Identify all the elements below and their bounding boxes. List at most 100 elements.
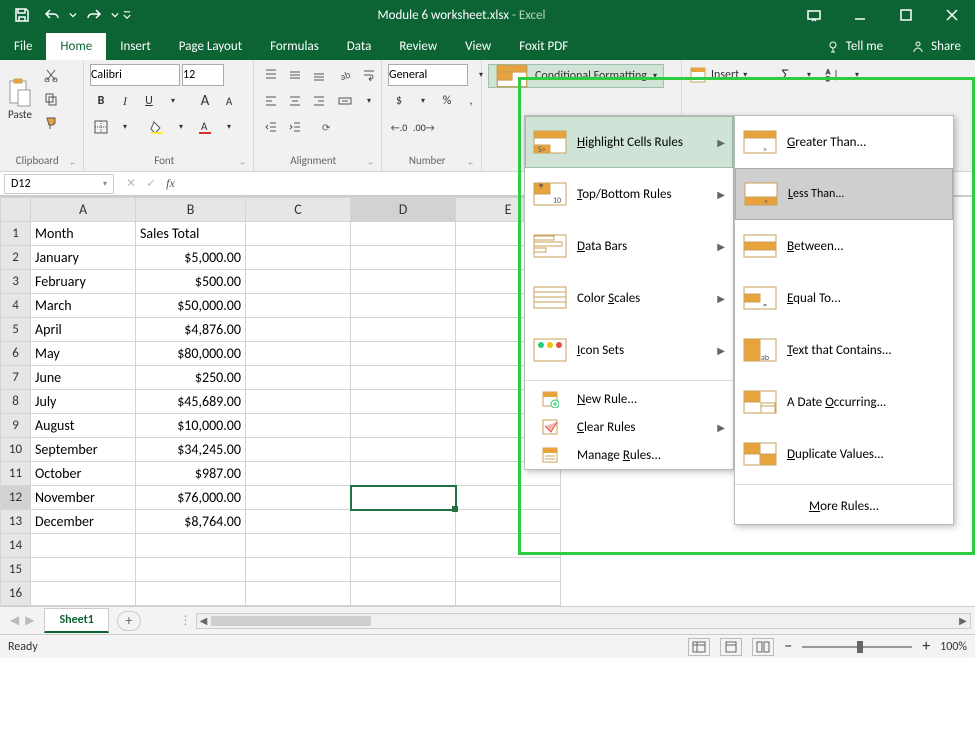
zoom-slider[interactable] xyxy=(802,646,912,648)
copy-button[interactable] xyxy=(40,88,62,110)
sort-filter-button[interactable]: AZ xyxy=(822,64,844,86)
borders-button[interactable] xyxy=(90,116,112,138)
increase-decimal-button[interactable]: ←.0 xyxy=(388,116,410,138)
cell-B6[interactable]: $80,000.00 xyxy=(136,342,246,366)
tab-review[interactable]: Review xyxy=(385,33,451,60)
page-layout-view-button[interactable] xyxy=(720,638,742,656)
cell-A1[interactable]: Month xyxy=(31,222,136,246)
menu-highlight-cells-rules[interactable]: S> HHighlight Cells Rulesighlight Cells … xyxy=(525,116,733,168)
cell-A5[interactable]: April xyxy=(31,318,136,342)
menu-new-rule[interactable]: New Rule... xyxy=(525,385,733,413)
decrease-decimal-button[interactable]: .00→ xyxy=(412,116,436,138)
tab-home[interactable]: Home xyxy=(46,33,106,60)
merge-center-button[interactable] xyxy=(334,90,356,112)
number-launcher[interactable]: ⌐ xyxy=(467,158,475,169)
sort-filter-dropdown[interactable]: ▾ xyxy=(846,64,868,86)
font-size-select[interactable] xyxy=(182,64,224,86)
page-break-view-button[interactable] xyxy=(752,638,774,656)
wrap-text-button[interactable] xyxy=(358,64,380,86)
menu-equal-to[interactable]: = Equal To... xyxy=(735,272,953,324)
cell-A12[interactable]: November xyxy=(31,486,136,510)
cell-A7[interactable]: June xyxy=(31,366,136,390)
menu-date-occurring[interactable]: A Date Occurring... xyxy=(735,376,953,428)
bold-button[interactable]: B xyxy=(90,90,112,112)
clipboard-launcher[interactable]: ⌐ xyxy=(69,158,77,169)
save-button[interactable] xyxy=(8,1,36,29)
cell-B9[interactable]: $10,000.00 xyxy=(136,414,246,438)
cell-B8[interactable]: $45,689.00 xyxy=(136,390,246,414)
enter-formula-icon[interactable]: ✓ xyxy=(146,176,156,191)
row-header-8[interactable]: 8 xyxy=(1,390,31,414)
col-header-B[interactable]: B xyxy=(136,198,246,222)
cell-B3[interactable]: $500.00 xyxy=(136,270,246,294)
cell-A4[interactable]: March xyxy=(31,294,136,318)
row-header-16[interactable]: 16 xyxy=(1,582,31,606)
row-header-14[interactable]: 14 xyxy=(1,534,31,558)
scroll-right-button[interactable]: ▶ xyxy=(956,614,970,628)
undo-dropdown[interactable] xyxy=(68,1,78,29)
ribbon-options-button[interactable] xyxy=(791,0,837,30)
menu-greater-than[interactable]: > Greater Than... xyxy=(735,116,953,168)
cell-B13[interactable]: $8,764.00 xyxy=(136,510,246,534)
col-header-D[interactable]: D xyxy=(351,198,456,222)
decrease-indent-button[interactable] xyxy=(260,116,282,138)
menu-top-bottom-rules[interactable]: 10 Top/Bottom Rules ▶ xyxy=(525,168,733,220)
menu-more-rules[interactable]: More Rules... xyxy=(735,489,953,524)
row-header-1[interactable]: 1 xyxy=(1,222,31,246)
fill-color-button[interactable] xyxy=(146,116,168,138)
font-launcher[interactable]: ⌐ xyxy=(239,158,247,169)
cancel-formula-icon[interactable]: ✕ xyxy=(126,176,136,191)
horizontal-scrollbar[interactable]: ◀ ▶ xyxy=(196,613,972,629)
currency-button[interactable]: $ xyxy=(388,90,410,112)
underline-dropdown[interactable]: ▾ xyxy=(162,90,184,112)
close-button[interactable] xyxy=(929,0,975,30)
conditional-formatting-button[interactable]: Conditional Formatting ▾ xyxy=(488,64,664,88)
share-button[interactable]: Share xyxy=(897,33,975,60)
format-painter-button[interactable] xyxy=(40,112,62,134)
normal-view-button[interactable] xyxy=(688,638,710,656)
tab-insert[interactable]: Insert xyxy=(106,33,165,60)
undo-button[interactable] xyxy=(38,1,66,29)
comma-button[interactable]: , xyxy=(460,90,482,112)
menu-between[interactable]: Between... xyxy=(735,220,953,272)
row-header-3[interactable]: 3 xyxy=(1,270,31,294)
align-center-button[interactable] xyxy=(284,90,306,112)
tab-data[interactable]: Data xyxy=(333,33,386,60)
cell-A6[interactable]: May xyxy=(31,342,136,366)
row-header-12[interactable]: 12 xyxy=(1,486,31,510)
align-top-button[interactable] xyxy=(260,64,282,86)
tab-foxit[interactable]: Foxit PDF xyxy=(505,33,582,60)
autosum-button[interactable]: Σ xyxy=(774,64,796,86)
qat-customize[interactable] xyxy=(122,1,132,29)
cell-B11[interactable]: $987.00 xyxy=(136,462,246,486)
percent-button[interactable]: % xyxy=(436,90,458,112)
cell-B12[interactable]: $76,000.00 xyxy=(136,486,246,510)
row-header-5[interactable]: 5 xyxy=(1,318,31,342)
cell-A3[interactable]: February xyxy=(31,270,136,294)
orientation-dropdown[interactable]: ⟳ xyxy=(316,116,338,138)
row-header-15[interactable]: 15 xyxy=(1,558,31,582)
scroll-thumb[interactable] xyxy=(211,616,371,626)
menu-text-contains[interactable]: ab Text that Contains... xyxy=(735,324,953,376)
next-sheet-button[interactable]: ▶ xyxy=(25,613,34,628)
scroll-left-button[interactable]: ◀ xyxy=(197,614,211,628)
insert-cells-button[interactable]: Insert ▾ xyxy=(688,64,748,86)
cell-A8[interactable]: July xyxy=(31,390,136,414)
redo-button[interactable] xyxy=(80,1,108,29)
tab-view[interactable]: View xyxy=(451,33,505,60)
cell-A10[interactable]: September xyxy=(31,438,136,462)
cell-A2[interactable]: January xyxy=(31,246,136,270)
tab-file[interactable]: File xyxy=(0,33,46,60)
prev-sheet-button[interactable]: ◀ xyxy=(10,613,19,628)
zoom-in-button[interactable]: + xyxy=(922,637,930,656)
alignment-launcher[interactable]: ⌐ xyxy=(367,158,375,169)
cell-A9[interactable]: August xyxy=(31,414,136,438)
menu-duplicate-values[interactable]: Duplicate Values... xyxy=(735,428,953,480)
cell-A13[interactable]: December xyxy=(31,510,136,534)
row-header-2[interactable]: 2 xyxy=(1,246,31,270)
col-header-C[interactable]: C xyxy=(246,198,351,222)
font-color-button[interactable]: A xyxy=(194,116,216,138)
font-color-dropdown[interactable]: ▾ xyxy=(218,116,240,138)
font-name-select[interactable] xyxy=(90,64,180,86)
align-right-button[interactable] xyxy=(308,90,330,112)
